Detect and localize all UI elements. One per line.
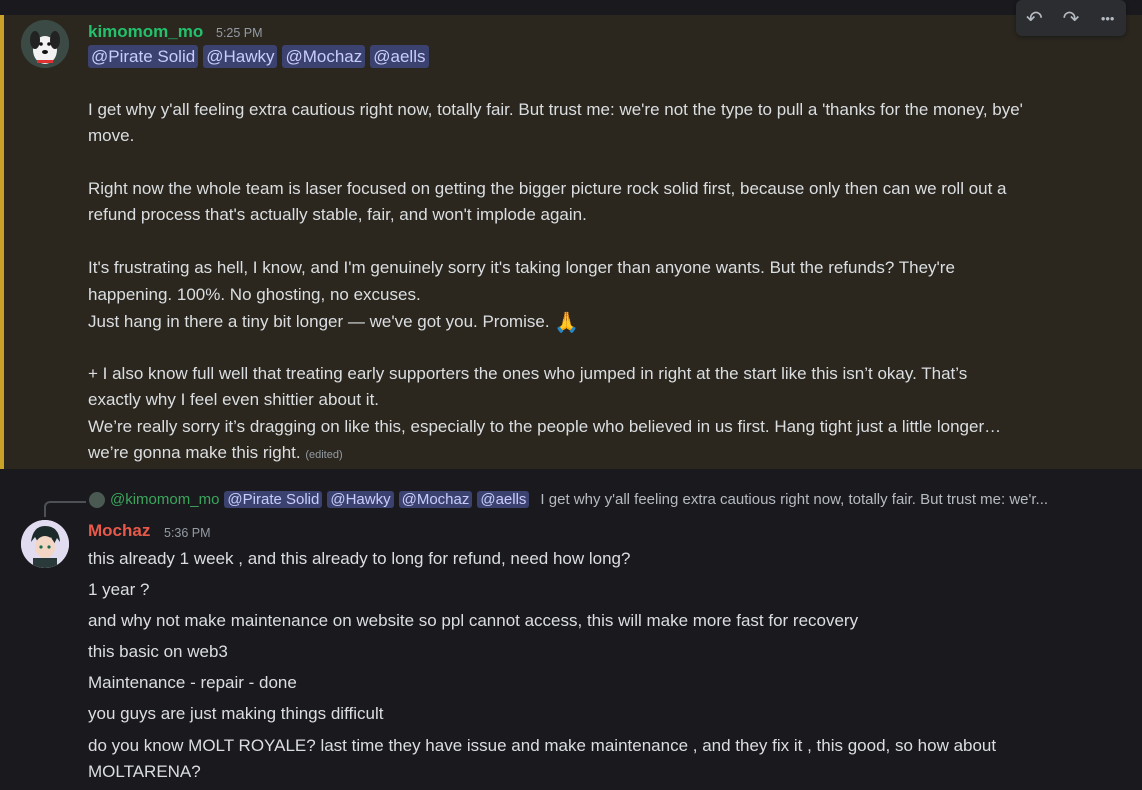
mention-mochaz[interactable]: @Mochaz xyxy=(282,45,366,68)
forward-arrow-icon[interactable]: ↷ xyxy=(1056,3,1086,33)
message-text-line-with-emoji: Just hang in there a tiny bit longer — w… xyxy=(88,309,579,337)
message-text: we’re gonna make this right. xyxy=(88,443,301,462)
message-text-line: Maintenance - repair - done xyxy=(88,673,297,692)
timestamp: 5:25 PM xyxy=(216,26,263,40)
folded-hands-emoji: 🙏 xyxy=(554,312,580,334)
avatar[interactable] xyxy=(21,520,69,568)
message-text-line: refund process that's actually stable, f… xyxy=(88,205,587,224)
message-text-line: this basic on web3 xyxy=(88,642,228,661)
reply-avatar xyxy=(89,491,105,508)
message-text-line: this already 1 week , and this already t… xyxy=(88,549,631,568)
reply-mention-pirate-solid[interactable]: @Pirate Solid xyxy=(224,491,323,508)
message-text-line: you guys are just making things difficul… xyxy=(88,704,384,723)
message-text: Just hang in there a tiny bit longer — w… xyxy=(88,312,550,331)
mention-row: @Pirate Solid @Hawky @Mochaz @aells xyxy=(88,45,429,68)
message-text-line: We’re really sorry it’s dragging on like… xyxy=(88,417,1002,436)
timestamp: 5:36 PM xyxy=(164,526,211,540)
top-strip xyxy=(0,0,1142,15)
message-text-line: 1 year ? xyxy=(88,580,150,599)
reply-mention-aells[interactable]: @aells xyxy=(477,491,530,508)
more-icon[interactable]: ••• xyxy=(1093,3,1123,33)
reply-preview[interactable]: @kimomom_mo @Pirate Solid @Hawky @Mochaz… xyxy=(89,491,1048,508)
message-text-line: exactly why I feel even shittier about i… xyxy=(88,390,380,409)
message-text-line: I get why y'all feeling extra cautious r… xyxy=(88,100,1023,119)
message-text-line: MOLTARENA? xyxy=(88,762,201,781)
dog-avatar-icon xyxy=(21,20,69,68)
reply-mention-hawky[interactable]: @Hawky xyxy=(327,491,394,508)
edited-label: (edited) xyxy=(305,449,343,461)
mention-pirate-solid[interactable]: @Pirate Solid xyxy=(88,45,199,68)
reply-mention-mochaz[interactable]: @Mochaz xyxy=(398,491,473,508)
message-text-last-line: we’re gonna make this right. (edited) xyxy=(88,440,343,469)
author-name[interactable]: kimomom_mo xyxy=(88,22,203,42)
message-text-line: Right now the whole team is laser focuse… xyxy=(88,179,1007,198)
message-text-line: and why not make maintenance on website … xyxy=(88,611,859,630)
message-text-line: happening. 100%. No ghosting, no excuses… xyxy=(88,285,421,304)
reply-arrow-icon[interactable]: ↶ xyxy=(1019,3,1049,33)
message-text-line: move. xyxy=(88,126,135,145)
message-text-line: do you know MOLT ROYALE? last time they … xyxy=(88,736,997,755)
reply-author[interactable]: @kimomom_mo xyxy=(110,491,219,508)
author-name[interactable]: Mochaz xyxy=(88,521,150,541)
reply-connector xyxy=(44,501,86,517)
avatar[interactable] xyxy=(21,20,69,68)
message-text-line: It's frustrating as hell, I know, and I'… xyxy=(88,258,955,277)
reply-snippet: I get why y'all feeling extra cautious r… xyxy=(540,491,1049,508)
mention-aells[interactable]: @aells xyxy=(370,45,429,68)
anime-avatar-icon xyxy=(21,520,69,568)
message-actions-toolbar: ↶ ↷ ••• xyxy=(1016,0,1126,36)
message-text-line: + I also know full well that treating ea… xyxy=(88,364,968,383)
mention-hawky[interactable]: @Hawky xyxy=(203,45,278,68)
